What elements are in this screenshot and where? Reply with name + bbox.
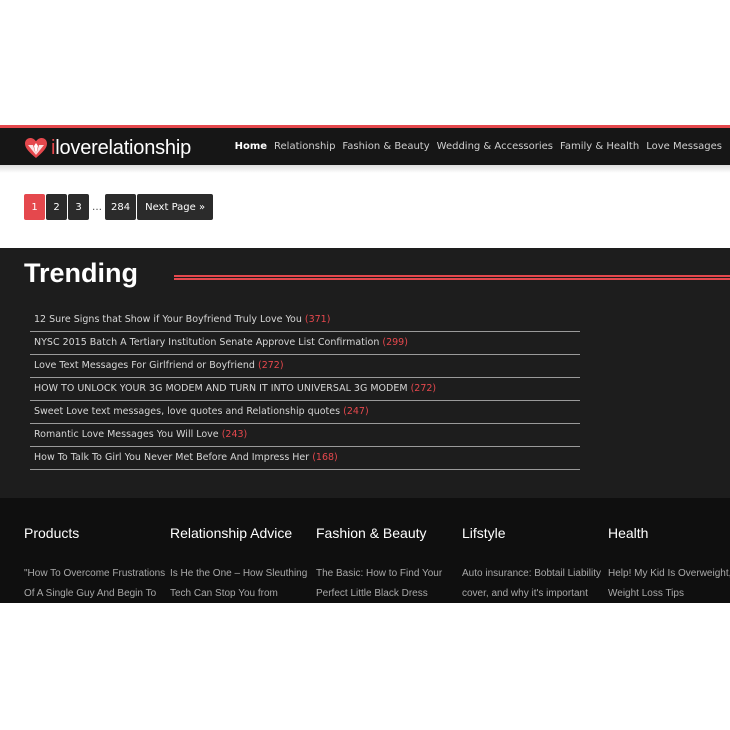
footer-column-heading: Products bbox=[24, 525, 80, 541]
trending-item-count: (272) bbox=[410, 383, 437, 394]
trending-item-count: (272) bbox=[258, 360, 284, 371]
trending-item-count: (168) bbox=[312, 452, 338, 463]
trending-item[interactable]: Romantic Love Messages You Will Love (24… bbox=[30, 424, 580, 447]
trending-item-title[interactable]: Love Text Messages For Girlfriend or Boy… bbox=[34, 360, 255, 371]
footer-post-link[interactable]: Auto insurance: Bobtail Liability cover,… bbox=[462, 564, 612, 603]
trending-item-title[interactable]: Romantic Love Messages You Will Love bbox=[34, 429, 219, 440]
footer-column-heading: Health bbox=[608, 525, 649, 541]
trending-item[interactable]: Sweet Love text messages, love quotes an… bbox=[30, 401, 580, 424]
trending-list: 12 Sure Signs that Show if Your Boyfrien… bbox=[30, 309, 580, 470]
trending-item[interactable]: 12 Sure Signs that Show if Your Boyfrien… bbox=[30, 309, 580, 332]
trending-item-count: (371) bbox=[304, 314, 331, 325]
logo-text: iloverelationship bbox=[51, 137, 191, 160]
page-ellipsis: … bbox=[92, 201, 102, 213]
trending-item[interactable]: How To Talk To Girl You Never Met Before… bbox=[30, 447, 580, 470]
trending-item[interactable]: NYSC 2015 Batch A Tertiary Institution S… bbox=[30, 332, 580, 355]
nav-family-health[interactable]: Family & Health bbox=[560, 141, 639, 152]
pagination: 1 2 3 … 284 Next Page » bbox=[24, 194, 214, 220]
trending-item-title[interactable]: HOW TO UNLOCK YOUR 3G MODEM AND TURN IT … bbox=[34, 383, 408, 394]
page-link-1[interactable]: 1 bbox=[24, 194, 45, 220]
page-link-last[interactable]: 284 bbox=[105, 194, 137, 220]
trending-section: Trending 12 Sure Signs that Show if Your… bbox=[0, 248, 730, 498]
site-footer: Products "How To Overcome Frustrations Of… bbox=[0, 498, 730, 603]
nav-relationship[interactable]: Relationship bbox=[274, 141, 335, 152]
trending-item-count: (299) bbox=[382, 337, 408, 348]
footer-post-link[interactable]: Is He the One – How Sleuthing Tech Can S… bbox=[170, 564, 320, 603]
trending-item-title[interactable]: 12 Sure Signs that Show if Your Boyfrien… bbox=[34, 314, 302, 325]
footer-column-heading: Relationship Advice bbox=[170, 525, 293, 541]
footer-column-heading: Lifstyle bbox=[462, 525, 506, 541]
footer-column-heading: Fashion & Beauty bbox=[316, 525, 427, 541]
nav-love-messages[interactable]: Love Messages bbox=[646, 141, 722, 152]
footer-post-link[interactable]: "How To Overcome Frustrations Of A Singl… bbox=[24, 564, 174, 603]
next-page-button[interactable]: Next Page » bbox=[137, 194, 214, 220]
trending-title: Trending bbox=[24, 258, 138, 288]
trending-item[interactable]: HOW TO UNLOCK YOUR 3G MODEM AND TURN IT … bbox=[30, 378, 580, 401]
site-logo[interactable]: iloverelationship bbox=[24, 135, 191, 161]
page-link-2[interactable]: 2 bbox=[46, 194, 67, 220]
trending-item[interactable]: Love Text Messages For Girlfriend or Boy… bbox=[30, 355, 580, 378]
heart-logo-icon bbox=[25, 138, 47, 158]
nav-home[interactable]: Home bbox=[235, 141, 267, 152]
footer-post-link[interactable]: Help! My Kid Is Overweight, Safe Weight … bbox=[608, 564, 730, 603]
trending-item-title[interactable]: Sweet Love text messages, love quotes an… bbox=[34, 406, 340, 417]
footer-post-link[interactable]: The Basic: How to Find Your Perfect Litt… bbox=[316, 564, 466, 603]
trending-item-title[interactable]: How To Talk To Girl You Never Met Before… bbox=[34, 452, 309, 463]
nav-fashion-beauty[interactable]: Fashion & Beauty bbox=[342, 141, 429, 152]
trending-divider bbox=[174, 275, 730, 280]
page-link-3[interactable]: 3 bbox=[68, 194, 89, 220]
logo-text-rest: loverelationship bbox=[55, 136, 192, 159]
site-header: iloverelationship Home Relationship Fashio… bbox=[0, 125, 730, 165]
trending-item-count: (247) bbox=[343, 406, 369, 417]
main-nav: Home Relationship Fashion & Beauty Wedding … bbox=[228, 128, 722, 165]
header-shadow bbox=[0, 165, 730, 173]
trending-item-title[interactable]: NYSC 2015 Batch A Tertiary Institution S… bbox=[34, 337, 379, 348]
trending-item-count: (243) bbox=[221, 429, 248, 440]
nav-wedding-accessories[interactable]: Wedding & Accessories bbox=[437, 141, 553, 152]
